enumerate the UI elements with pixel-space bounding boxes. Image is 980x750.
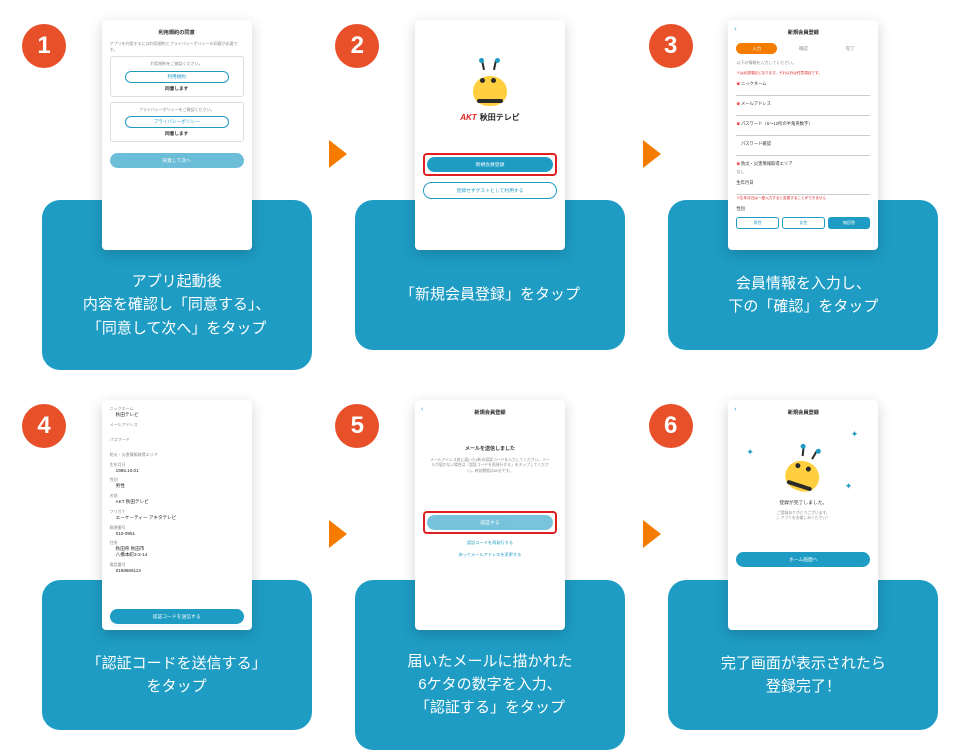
terms-link[interactable]: 利用規約	[125, 71, 229, 83]
password-field[interactable]	[736, 129, 870, 136]
step-2: 2 AKT 秋田テレビ 新規会員登録 登録せずゲストとして利用する 「新規会員登…	[343, 20, 636, 370]
change-mail-link[interactable]: 戻ってメールアドレスを変更する	[423, 552, 557, 558]
step-badge: 3	[649, 24, 693, 68]
phone-screen-4: ニックネーム秋田テレビ メールアドレス パスワード 防災・災害情報取得エリア 生…	[102, 400, 252, 630]
guest-button[interactable]: 登録せずゲストとして利用する	[423, 182, 557, 199]
phone-screen-5: ‹ 新規会員登録 メールを送信しました メールアドレス宛に届いた6桁の認証コード…	[415, 400, 565, 630]
gender-female[interactable]: 女性	[782, 217, 825, 229]
phone-screen-3: ‹ 新規会員登録 入力 確認 完了 以下の情報を入力してください。 ※は必須項目…	[728, 20, 878, 250]
step-badge: 5	[335, 404, 379, 448]
gender-male[interactable]: 男性	[736, 217, 779, 229]
step-badge: 1	[22, 24, 66, 68]
nickname-field[interactable]	[736, 89, 870, 96]
sparkle-icon: ✦	[746, 447, 754, 458]
lead-text: アプリを利用するには利用規約とプライバシーポリシーの同意が必要です。	[110, 41, 244, 52]
next-button[interactable]: 同意して次へ	[110, 153, 244, 168]
bee-mascot-icon	[778, 446, 828, 496]
auth-button[interactable]: 認証する	[427, 515, 553, 530]
register-button[interactable]: 新規会員登録	[427, 157, 553, 172]
reissue-link[interactable]: 認証コードを再発行する	[423, 540, 557, 546]
step-1: 1 利用規約の同意 アプリを利用するには利用規約とプライバシーポリシーの同意が必…	[30, 20, 323, 370]
arrow-icon	[643, 520, 661, 548]
phone-screen-2: AKT 秋田テレビ 新規会員登録 登録せずゲストとして利用する	[415, 20, 565, 250]
step-3: 3 ‹ 新規会員登録 入力 確認 完了 以下の情報を入力してください。 ※は必須…	[657, 20, 950, 370]
area-field[interactable]: なし	[736, 169, 870, 175]
terms-box: 利用規約をご確認ください。 利用規約 同意します	[110, 56, 244, 97]
step-5: 5 ‹ 新規会員登録 メールを送信しました メールアドレス宛に届いた6桁の認証コ…	[343, 400, 636, 750]
screen-title: 利用規約の同意	[110, 29, 244, 36]
mail-description: メールアドレス宛に届いた6桁の認証コードを入力してください。メールが届かない場合…	[423, 458, 557, 475]
step-badge: 4	[22, 404, 66, 448]
step-4: 4 ニックネーム秋田テレビ メールアドレス パスワード 防災・災害情報取得エリア…	[30, 400, 323, 750]
birthday-field[interactable]	[736, 188, 870, 195]
agree-button[interactable]: 同意します	[115, 86, 239, 92]
gender-segment: 男性 女性 無回答	[736, 217, 870, 229]
back-icon[interactable]: ‹	[734, 406, 736, 413]
screen-title: 新規会員登録	[736, 409, 870, 416]
arrow-icon	[329, 520, 347, 548]
tab-input: 入力	[736, 43, 777, 54]
mail-sent-heading: メールを送信しました	[423, 445, 557, 452]
step-badge: 6	[649, 404, 693, 448]
send-code-button[interactable]: 認証コードを送信する	[110, 609, 244, 624]
arrow-icon	[643, 140, 661, 168]
back-icon[interactable]: ‹	[421, 406, 423, 413]
password-confirm-field[interactable]	[736, 149, 870, 156]
screen-title: 新規会員登録	[423, 409, 557, 416]
back-icon[interactable]: ‹	[734, 26, 736, 33]
privacy-link[interactable]: プライバシーポリシー	[125, 116, 229, 128]
gender-none[interactable]: 無回答	[828, 217, 871, 229]
step-6: 6 ‹ 新規会員登録 ✦ ✦ ✦ 登録が完了しました。 ご登録ありがとうございま…	[657, 400, 950, 750]
phone-screen-1: 利用規約の同意 アプリを利用するには利用規約とプライバシーポリシーの同意が必要で…	[102, 20, 252, 250]
highlight-box: 認証する	[423, 511, 557, 534]
bee-mascot-icon	[469, 64, 511, 106]
highlight-box: 新規会員登録	[423, 153, 557, 176]
brand-logo: AKT 秋田テレビ	[423, 112, 557, 123]
done-heading: 登録が完了しました。	[736, 499, 870, 506]
tab-confirm: 確認	[783, 43, 824, 54]
sparkle-icon: ✦	[845, 481, 853, 492]
home-button[interactable]: ホーム画面へ	[736, 552, 870, 567]
privacy-box: プライバシーポリシーをご確認ください。 プライバシーポリシー 同意します	[110, 102, 244, 143]
tab-done: 完了	[830, 43, 871, 54]
email-field[interactable]	[736, 109, 870, 116]
step-badge: 2	[335, 24, 379, 68]
screen-title: 新規会員登録	[736, 29, 870, 36]
agree-button[interactable]: 同意します	[115, 131, 239, 137]
progress-tabs: 入力 確認 完了	[736, 43, 870, 54]
sparkle-icon: ✦	[851, 429, 859, 440]
phone-screen-6: ‹ 新規会員登録 ✦ ✦ ✦ 登録が完了しました。 ご登録ありがとうございます。…	[728, 400, 878, 630]
arrow-icon	[329, 140, 347, 168]
